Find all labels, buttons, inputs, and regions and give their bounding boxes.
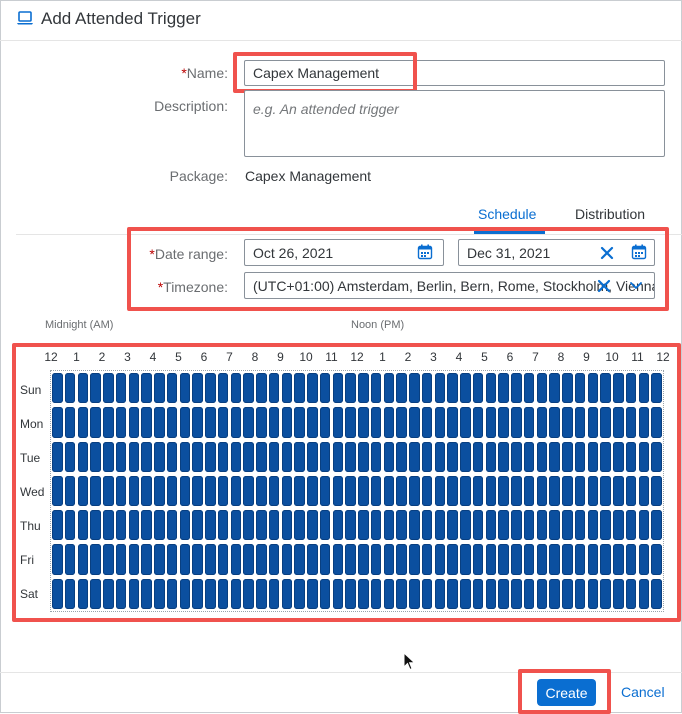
tab-distribution[interactable]: Distribution	[575, 206, 645, 222]
midnight-label: Midnight (AM)	[45, 319, 114, 331]
highlight-box-schedule-grid	[12, 343, 681, 622]
highlight-box-create	[518, 669, 611, 714]
cancel-button[interactable]: Cancel	[621, 684, 665, 700]
description-field[interactable]: e.g. An attended trigger	[244, 90, 665, 157]
tab-schedule[interactable]: Schedule	[478, 206, 536, 222]
dialog-title: Add Attended Trigger	[41, 9, 201, 28]
laptop-icon	[17, 11, 33, 25]
noon-label: Noon (PM)	[351, 319, 405, 331]
mouse-cursor-icon	[403, 652, 416, 671]
package-value: Capex Management	[245, 168, 372, 184]
highlight-box-date-timezone	[127, 227, 669, 311]
highlight-box-name	[233, 52, 417, 93]
package-label: Package:	[169, 168, 228, 184]
name-label: *Name:	[181, 65, 228, 81]
description-label: Description:	[154, 98, 228, 114]
